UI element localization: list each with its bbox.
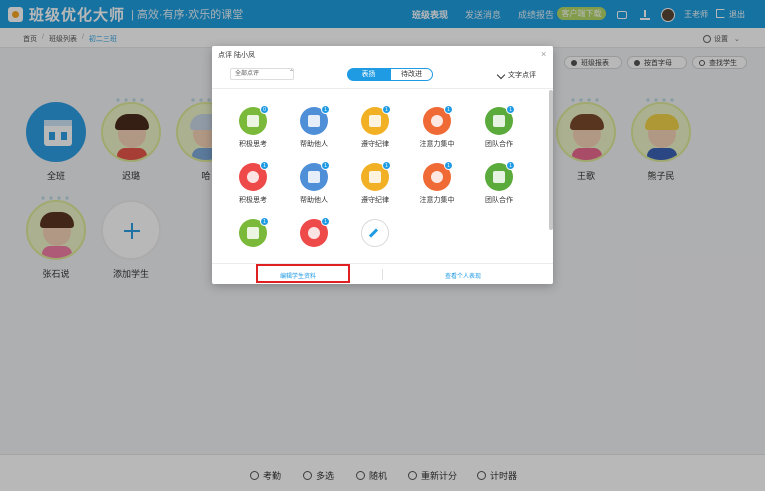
review-item-label: 帮助他人 — [300, 141, 328, 148]
add-review-item-button[interactable] — [351, 219, 399, 247]
review-item-label: 遵守纪律 — [361, 141, 389, 148]
puzzle-icon: 1 — [485, 105, 515, 135]
review-item-label: 遵守纪律 — [361, 197, 389, 204]
review-item[interactable]: 1 积极思考 — [229, 161, 277, 205]
review-item-label: 帮助他人 — [300, 197, 328, 204]
review-item-label: 积极思考 — [239, 141, 267, 148]
review-item-label: 团队合作 — [485, 141, 513, 148]
count-badge: 1 — [382, 161, 391, 170]
review-item[interactable]: 1 团队合作 — [475, 105, 523, 149]
review-filter-select[interactable]: 全部点评 ⌃ — [230, 68, 294, 80]
target-icon: 1 — [423, 105, 453, 135]
handshake-icon: 1 — [300, 105, 330, 135]
count-badge: 1 — [260, 217, 269, 226]
tab-improve[interactable]: 待改进 — [390, 68, 433, 81]
count-badge: 1 — [506, 105, 515, 114]
dialog-footer: 编辑学生资料 查看个人表现 — [212, 263, 553, 284]
review-item-label: 注意力集中 — [419, 197, 455, 204]
count-badge: 1 — [260, 161, 269, 170]
rule-shield-icon: 1 — [361, 105, 391, 135]
close-icon[interactable]: × — [541, 49, 546, 59]
count-badge: 1 — [444, 161, 453, 170]
count-badge: 1 — [321, 161, 330, 170]
count-badge: 1 — [382, 105, 391, 114]
review-item[interactable]: 0 积极思考 — [229, 105, 277, 149]
handshake-icon: 1 — [300, 161, 330, 191]
tab-praise[interactable]: 表扬 — [347, 68, 390, 81]
dialog-title: 点评 陆小凤 — [218, 52, 255, 59]
lightbulb-icon: 1 — [300, 217, 330, 247]
pencil-icon — [361, 219, 389, 247]
review-tabs: 表扬 待改进 — [347, 68, 433, 81]
count-badge: 1 — [444, 105, 453, 114]
rule-shield-icon: 1 — [361, 161, 391, 191]
review-item[interactable]: 1 注意力集中 — [413, 105, 461, 149]
review-items-area: 0 积极思考 1 帮助他人 1 遵守纪律 1 注意力集中 1 团队合作 1 积极… — [212, 88, 553, 263]
footer-divider — [382, 269, 383, 280]
count-badge: 0 — [260, 105, 269, 114]
thinking-icon: 1 — [239, 217, 269, 247]
review-item[interactable]: 1 遵守纪律 — [351, 161, 399, 205]
review-dialog: 点评 陆小凤 × 全部点评 ⌃ 表扬 待改进 文字点评 0 积极思考 1 帮助他… — [212, 46, 553, 284]
review-item[interactable]: 1 遵守纪律 — [351, 105, 399, 149]
review-item[interactable]: 1 — [290, 217, 338, 251]
review-item[interactable]: 1 注意力集中 — [413, 161, 461, 205]
review-filter-value: 全部点评 — [235, 71, 260, 77]
review-item[interactable]: 1 — [229, 217, 277, 251]
count-badge: 1 — [321, 105, 330, 114]
count-badge: 1 — [506, 161, 515, 170]
view-personal-performance-link[interactable]: 查看个人表现 — [445, 271, 481, 280]
puzzle-icon: 1 — [485, 161, 515, 191]
count-badge: 1 — [321, 217, 330, 226]
target-icon: 1 — [423, 161, 453, 191]
review-item-label: 团队合作 — [485, 197, 513, 204]
thinking-icon: 0 — [239, 105, 269, 135]
review-item[interactable]: 1 帮助他人 — [290, 105, 338, 149]
review-item[interactable]: 1 团队合作 — [475, 161, 523, 205]
review-item-label: 注意力集中 — [419, 141, 455, 148]
lightbulb-icon: 1 — [239, 161, 269, 191]
review-item[interactable]: 1 帮助他人 — [290, 161, 338, 205]
chevron-up-icon: ⌃ — [289, 70, 295, 76]
text-review-button[interactable]: 文字点评 — [496, 70, 536, 80]
pencil-icon — [496, 70, 506, 80]
edit-student-info-link[interactable]: 编辑学生资料 — [280, 271, 316, 280]
text-review-label: 文字点评 — [508, 72, 536, 79]
dialog-scrollbar[interactable] — [549, 90, 553, 230]
review-item-label: 积极思考 — [239, 197, 267, 204]
